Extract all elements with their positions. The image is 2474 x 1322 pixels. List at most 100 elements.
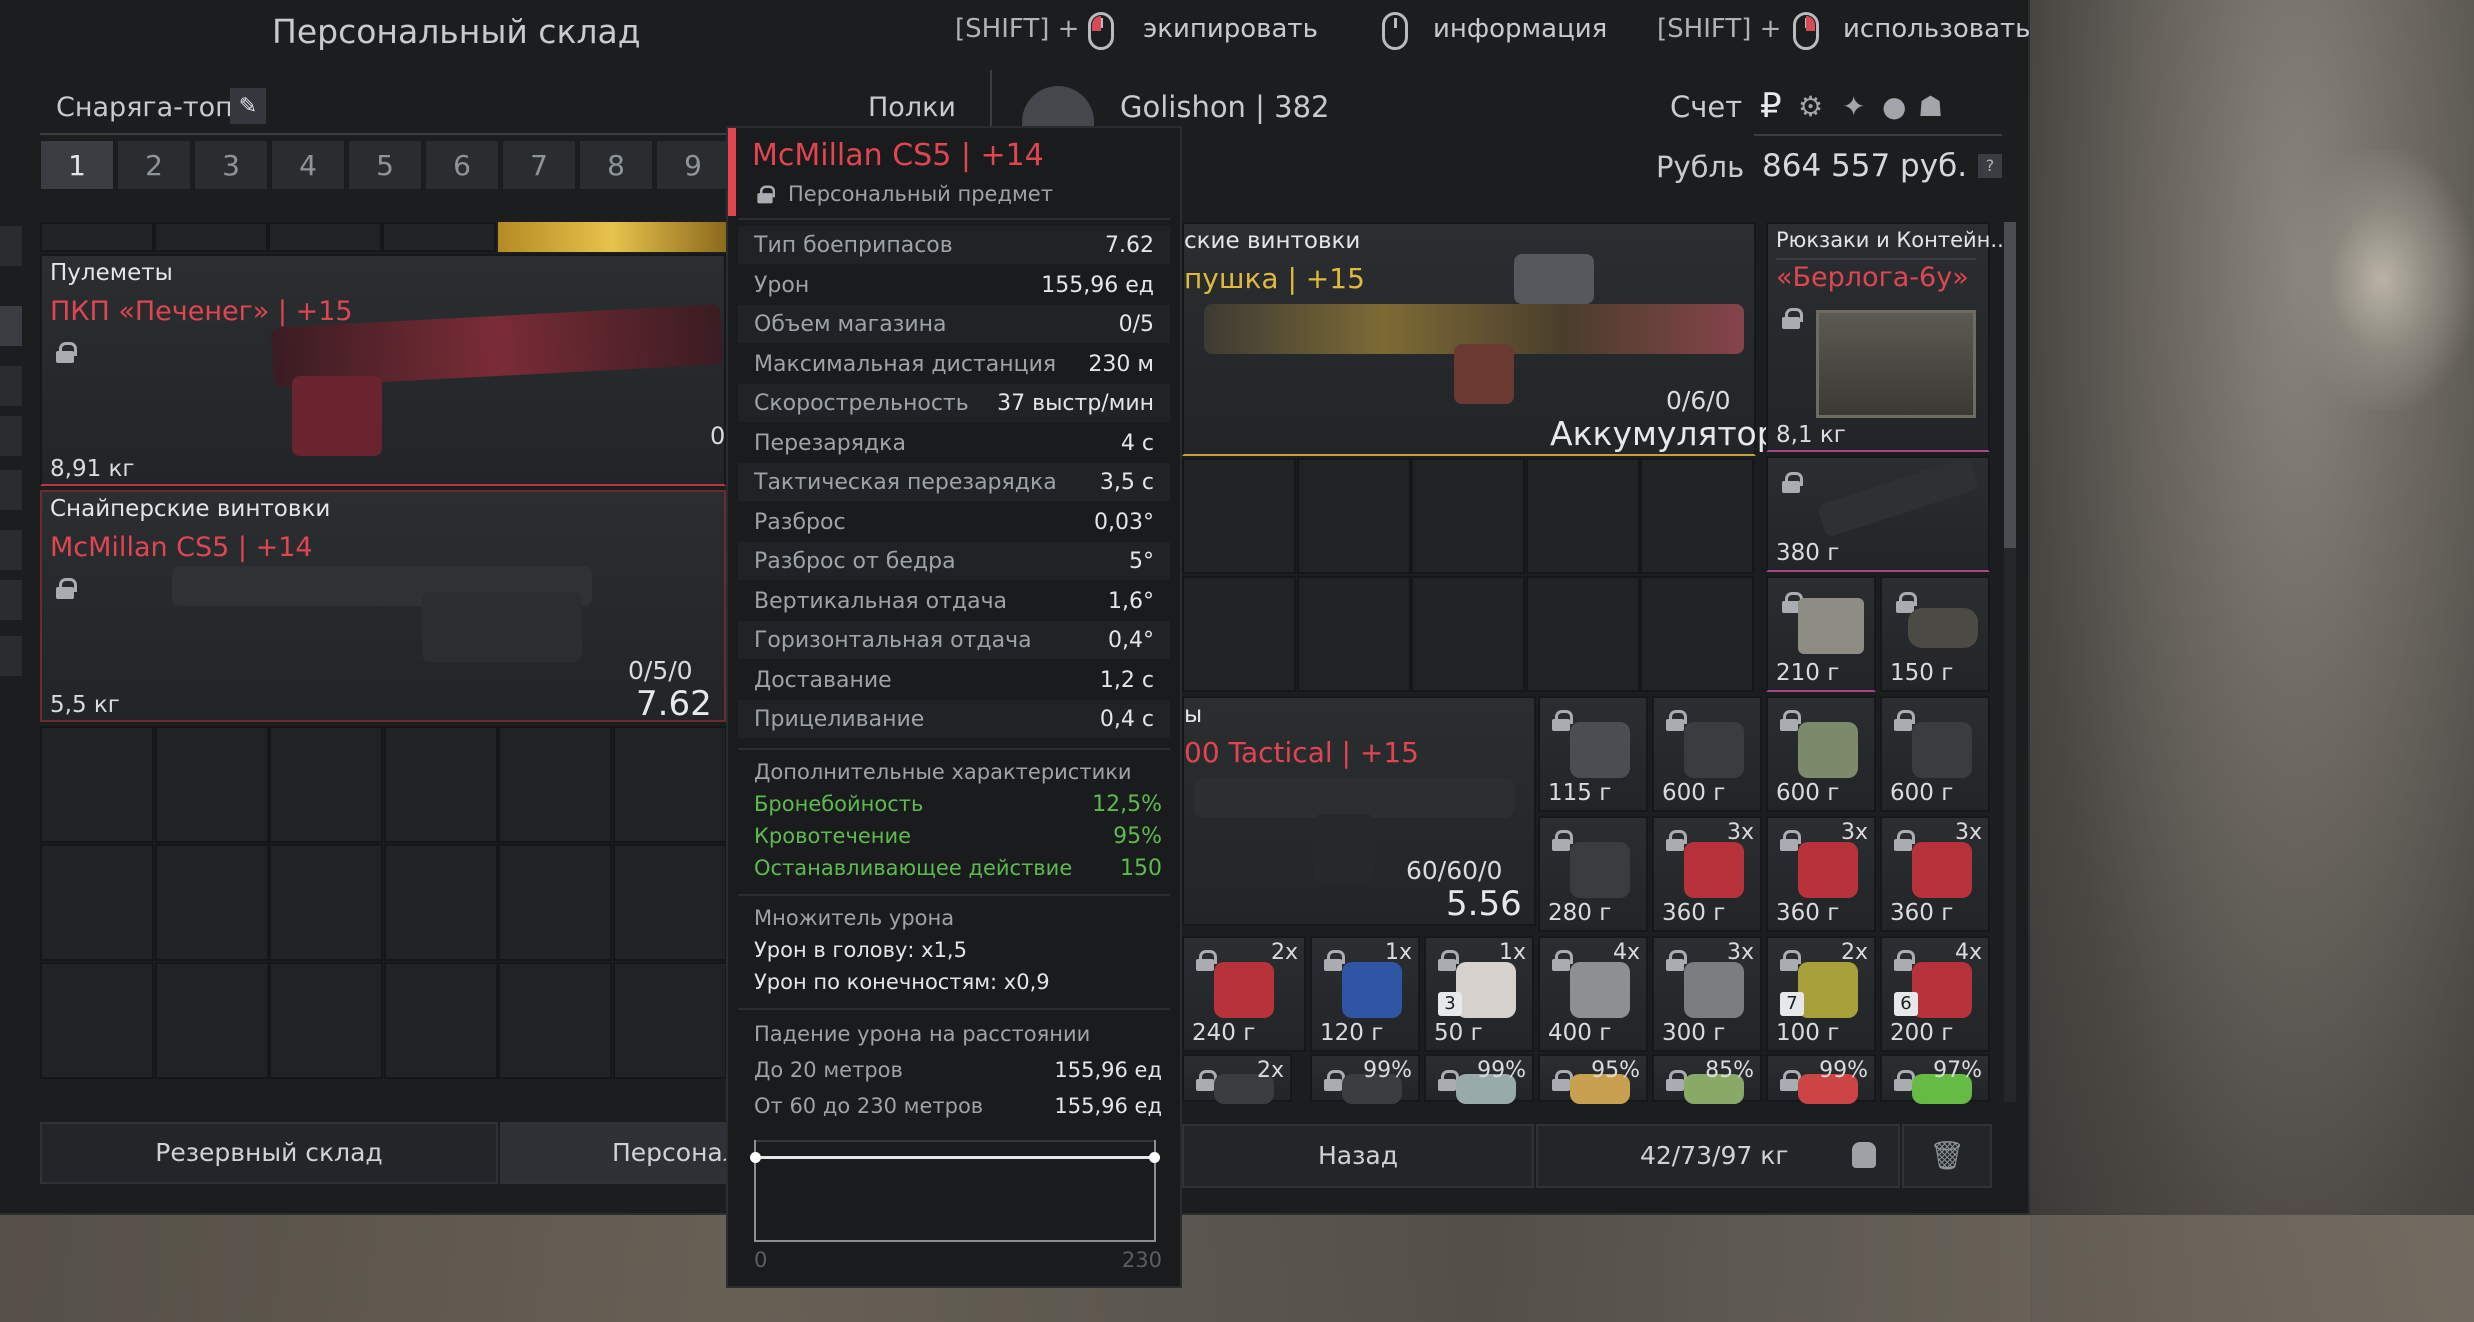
inventory-item-mcmillan[interactable]: Снайперские винтовки McMillan CS5 | +14 … [40,490,726,724]
inventory-item-small[interactable]: 600 г [1766,696,1876,812]
empty-slot[interactable] [1525,576,1640,692]
edit-icon[interactable]: ✎ [230,88,266,124]
empty-slot[interactable] [612,726,727,843]
inventory-item-small[interactable]: 3x 360 г [1652,816,1762,932]
empty-slot[interactable] [498,844,612,961]
filter-grid-icon[interactable] [0,226,22,266]
item-name: ПКП «Печенег» | +15 [50,296,353,327]
inventory-item-small[interactable]: 1x 50 г 3 [1424,936,1534,1052]
tab-6[interactable]: 6 [425,140,499,190]
inventory-item-small[interactable]: 97% [1880,1054,1990,1104]
trash-icon[interactable]: 🗑 [1902,1124,1992,1188]
inventory-item-pkp[interactable]: Пулеметы ПКП «Печенег» | +15 8,91 кг 0 [40,254,726,486]
lock-icon [1438,1070,1459,1091]
reserve-storage-button[interactable]: Резервный склад [40,1122,498,1184]
inventory-item-small[interactable]: 2x 100 г 7 [1766,936,1876,1052]
token-currency-icon[interactable]: ✦ [1842,90,1865,123]
tab-5[interactable]: 5 [348,140,422,190]
inventory-item-small[interactable]: 115 г [1538,696,1648,812]
preset-name[interactable]: Снаряга-топ [56,92,233,123]
stat-value: 7.62 [1105,233,1154,258]
empty-slot[interactable] [1296,576,1411,692]
filter-weapon-icon[interactable] [0,470,22,510]
gold-item-edge[interactable] [498,222,726,252]
filter-tools-icon[interactable] [0,580,22,620]
empty-slot[interactable] [269,962,383,1079]
scrollbar-thumb[interactable] [2004,222,2016,548]
empty-slot[interactable] [612,844,727,961]
tab-8[interactable]: 8 [579,140,653,190]
filter-helmet-icon[interactable] [0,416,22,456]
tab-9[interactable]: 9 [656,140,730,190]
inventory-item-small[interactable]: 4x 400 г [1538,936,1648,1052]
empty-slot[interactable] [383,726,498,843]
inventory-item-small[interactable]: 600 г [1652,696,1762,812]
inventory-item-small[interactable]: 3x 360 г [1766,816,1876,932]
empty-slot[interactable] [383,844,498,961]
inventory-item-energy-rifle[interactable]: ские винтовки пушка | +15 0/6/0 Аккумуля… [1182,222,1778,456]
inventory-item-small[interactable]: 2x [1182,1054,1292,1104]
back-button[interactable]: Назад [1182,1124,1534,1188]
empty-slot[interactable] [383,962,498,1079]
inventory-item-small[interactable]: 99% [1424,1054,1534,1104]
inventory-item-small[interactable]: 95% [1538,1054,1648,1104]
empty-slot[interactable] [1296,458,1411,574]
empty-slot[interactable] [40,962,154,1079]
empty-slot[interactable] [1411,576,1526,692]
empty-slot[interactable] [154,962,269,1079]
empty-slot[interactable] [1182,576,1296,692]
inventory-item-small[interactable]: 85% [1652,1054,1762,1104]
empty-slot[interactable] [269,726,383,843]
empty-slot[interactable] [1525,458,1640,574]
inventory-item-goggles[interactable]: 150 г [1880,576,1990,692]
empty-slot[interactable] [498,726,612,843]
inventory-item-device[interactable]: 210 г [1766,576,1876,692]
inventory-item-small[interactable]: 2x 240 г [1182,936,1306,1052]
tab-2[interactable]: 2 [117,140,191,190]
tab-7[interactable]: 7 [502,140,576,190]
inventory-item-tactical-rifle[interactable]: ы 00 Tactical | +15 60/60/0 5.56 [1182,696,1536,926]
inventory-item-small[interactable]: 1x 120 г [1310,936,1420,1052]
tab-1[interactable]: 1 [40,140,114,190]
help-icon[interactable]: ? [1978,154,2002,178]
filter-all-icon[interactable] [0,306,22,346]
empty-slot[interactable] [154,844,269,961]
empty-slot[interactable] [1640,458,1755,574]
item-weight: 600 г [1776,780,1840,806]
stat-label: Перезарядка [754,430,906,456]
inventory-item-small[interactable]: 99% [1310,1054,1420,1104]
empty-slot[interactable] [269,844,383,961]
item-weight: 115 г [1548,780,1612,806]
coin-currency-icon[interactable]: ● [1882,90,1906,123]
item-count: 99% [1819,1058,1868,1083]
filter-knife-icon[interactable] [0,530,22,570]
empty-slot[interactable] [1182,458,1296,574]
inventory-item-small[interactable]: 99% [1766,1054,1876,1104]
inventory-item-scope[interactable]: 380 г [1766,456,1990,572]
skull-currency-icon[interactable]: ☗ [1918,90,1943,123]
inventory-item-backpack[interactable]: Рюкзаки и Контейн.. «Берлога-6у» 8,1 кг [1766,222,2004,452]
lock-icon [1780,950,1801,971]
ruble-icon[interactable]: ₽ [1760,86,1782,126]
empty-slot[interactable] [154,726,269,843]
inventory-item-small[interactable]: 280 г [1538,816,1648,932]
item-stack-badge: 3 [1438,992,1462,1016]
empty-slot[interactable] [1640,576,1755,692]
filter-armor-icon[interactable] [0,366,22,406]
tab-4[interactable]: 4 [271,140,345,190]
tab-3[interactable]: 3 [194,140,268,190]
personal-storage-button[interactable]: Персональ [500,1122,753,1184]
inventory-item-small[interactable]: 600 г [1880,696,1990,812]
item-count: 3x [1726,940,1754,965]
inventory-item-small[interactable]: 3x 360 г [1880,816,1990,932]
inventory-item-small[interactable]: 3x 300 г [1652,936,1762,1052]
empty-slot[interactable] [498,962,612,1079]
empty-slot[interactable] [40,726,154,843]
empty-slot[interactable] [1411,458,1526,574]
item-count: 3x [1954,820,1982,845]
gear-currency-icon[interactable]: ⚙ [1798,90,1823,123]
filter-misc-icon[interactable] [0,636,22,676]
inventory-item-small[interactable]: 4x 200 г 6 [1880,936,1990,1052]
empty-slot[interactable] [40,844,154,961]
empty-slot[interactable] [612,962,727,1079]
